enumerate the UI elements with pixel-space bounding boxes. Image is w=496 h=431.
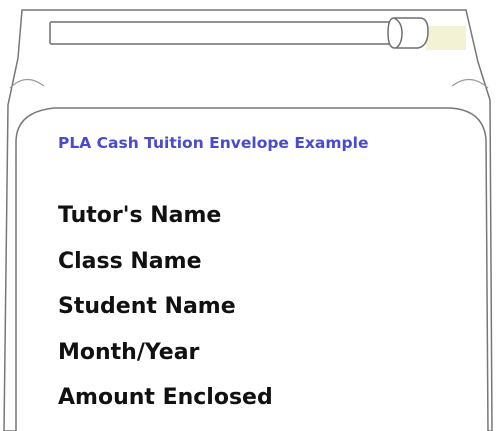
field-tutor-name: Tutor's Name — [58, 203, 222, 228]
slot-strip — [49, 21, 417, 45]
card-title: PLA Cash Tuition Envelope Example — [58, 134, 369, 152]
field-student-name: Student Name — [58, 294, 236, 319]
field-month-year: Month/Year — [58, 339, 200, 365]
tab-scroll-icon — [387, 17, 429, 49]
field-list: Tutor's Name Class Name Student Name Mon… — [58, 197, 273, 425]
field-amount-enclosed: Amount Enclosed — [58, 385, 273, 410]
field-class-name: Class Name — [58, 248, 202, 274]
tab-accent — [426, 26, 466, 50]
